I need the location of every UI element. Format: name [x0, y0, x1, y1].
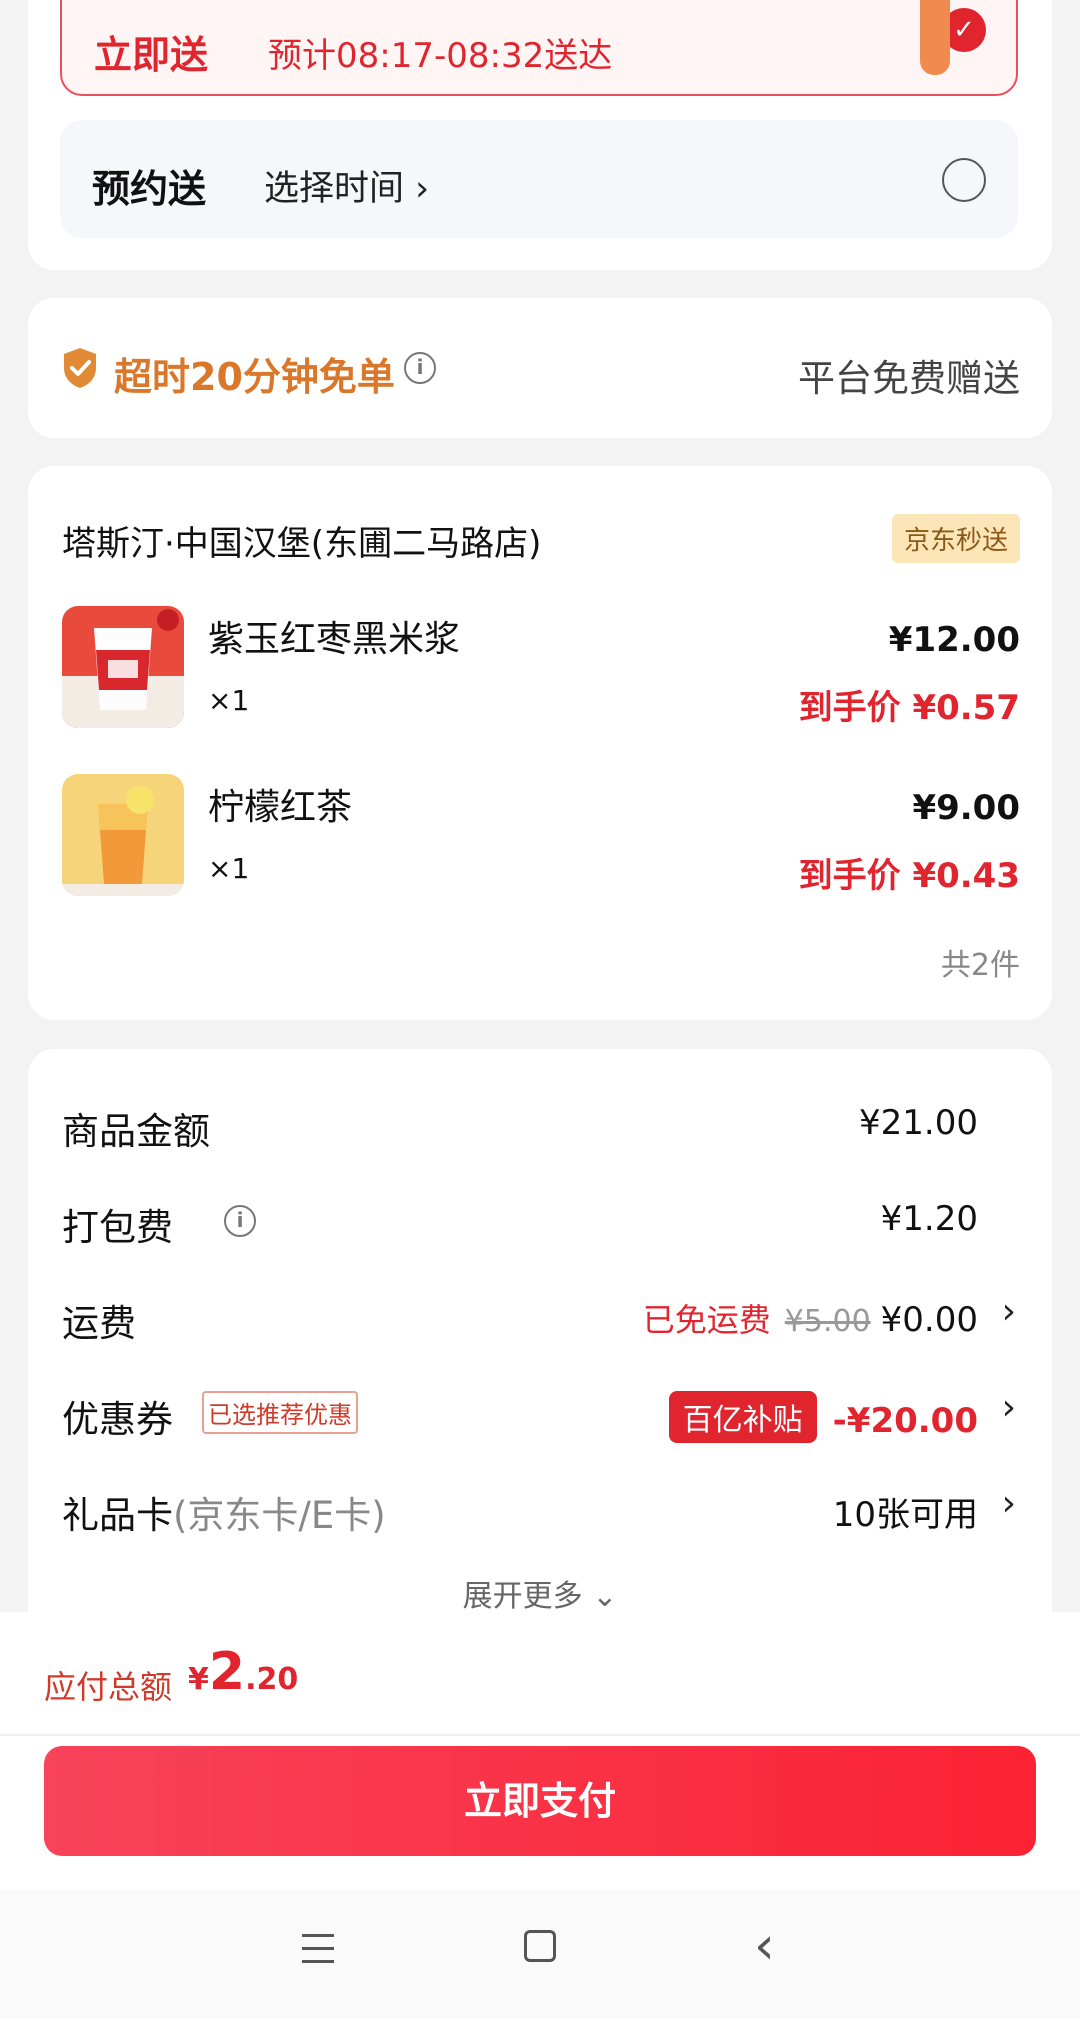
chevron-right-icon[interactable]: › [1002, 1387, 1016, 1428]
order-item[interactable]: 紫玉红枣黑米浆 ×1 ¥12.00 到手价 ¥0.57 [62, 606, 1020, 730]
delivery-now-time: 预计08:17-08:32送达 [268, 36, 613, 76]
checkout-bar: 应付总额 ¥2.20 立即支付 [0, 1612, 1080, 1890]
shipping-fee-row[interactable]: 运费 已免运费 ¥5.00 ¥0.00 › [62, 1285, 1020, 1345]
free-shipping-text: 已免运费 [642, 1301, 771, 1339]
item-final-price: 到手价 ¥0.57 [798, 688, 1020, 728]
coupon-value: 百亿补贴 -¥20.00 [668, 1391, 978, 1443]
item-name: 紫玉红枣黑米浆 [208, 619, 461, 660]
original-shipping-price: ¥5.00 [784, 1304, 871, 1339]
item-final-price: 到手价 ¥0.43 [798, 856, 1020, 896]
chevron-right-icon[interactable]: › [1002, 1483, 1016, 1524]
expand-more-button[interactable]: 展开更多 ⌄ [28, 1571, 1052, 1615]
store-items-card: 塔斯汀·中国汉堡(东圃二马路店) 京东秒送 紫玉红枣黑米浆 ×1 ¥12.00 … [28, 466, 1052, 1020]
chevron-right-icon[interactable]: › [1002, 1291, 1016, 1332]
packing-fee-value: ¥1.20 [880, 1199, 978, 1239]
delivery-options-card: 立即送 预计08:17-08:32送达 ✓ 预约送 选择时间 › [28, 0, 1052, 270]
gift-card-value: 10张可用 [832, 1495, 978, 1535]
choose-time-link[interactable]: 选择时间 › [264, 160, 429, 211]
divider [0, 1734, 1080, 1736]
guarantee-gift-text: 平台免费赠送 [798, 357, 1020, 400]
info-icon[interactable]: i [224, 1205, 256, 1237]
product-image [62, 606, 184, 728]
shield-icon [64, 348, 96, 388]
coupon-label: 优惠券 [62, 1398, 173, 1441]
back-icon[interactable]: ‹ [754, 1916, 775, 1976]
coupon-row[interactable]: 优惠券 已选推荐优惠 百亿补贴 -¥20.00 › [62, 1381, 1020, 1443]
store-name: 塔斯汀·中国汉堡(东圃二马路店) [62, 524, 542, 564]
item-price: ¥12.00 [888, 620, 1020, 660]
system-nav-bar: ‹ [0, 1890, 1080, 2019]
delivery-scheduled-option[interactable]: 预约送 选择时间 › [60, 120, 1018, 238]
item-price: ¥9.00 [912, 788, 1020, 828]
shipping-fee-value: 已免运费 ¥5.00 ¥0.00 [642, 1300, 978, 1340]
subsidy-badge: 百亿补贴 [668, 1391, 817, 1443]
delivery-service-badge: 京东秒送 [891, 514, 1020, 563]
amount-due-value: ¥2.20 [188, 1642, 299, 1702]
goods-amount-value: ¥21.00 [859, 1103, 978, 1143]
cost-breakdown-card: 商品金额 ¥21.00 打包费 i ¥1.20 运费 已免运费 ¥5.00 ¥0.0… [28, 1049, 1052, 1689]
item-name: 柠檬红茶 [208, 787, 353, 828]
gift-card-label: 礼品卡(京东卡/E卡) [62, 1494, 386, 1537]
product-image [62, 774, 184, 896]
gift-card-row[interactable]: 礼品卡(京东卡/E卡) 10张可用 › [62, 1477, 1020, 1537]
item-quantity: ×1 [208, 684, 250, 717]
packing-fee-row: 打包费 i ¥1.20 [62, 1189, 1020, 1249]
goods-amount-label: 商品金额 [62, 1110, 210, 1153]
guarantee-title: 超时20分钟免单 [114, 355, 395, 399]
home-icon[interactable] [524, 1930, 556, 1962]
delivery-now-label: 立即送 [94, 33, 209, 77]
goods-amount-row: 商品金额 ¥21.00 [62, 1093, 1020, 1153]
pay-now-button[interactable]: 立即支付 [44, 1746, 1036, 1856]
timeout-guarantee-card: 超时20分钟免单 i 平台免费赠送 [28, 298, 1052, 438]
amount-due-label: 应付总额 [44, 1668, 173, 1706]
item-count: 共2件 [940, 948, 1020, 983]
delivery-scheduled-label: 预约送 [92, 167, 207, 211]
shipping-fee-label: 运费 [62, 1302, 136, 1345]
info-icon[interactable]: i [404, 352, 436, 384]
delivery-now-option[interactable]: 立即送 预计08:17-08:32送达 ✓ [60, 0, 1018, 96]
item-quantity: ×1 [208, 852, 250, 885]
packing-fee-label: 打包费 [62, 1206, 173, 1249]
recommended-discount-badge: 已选推荐优惠 [202, 1391, 358, 1434]
menu-icon[interactable] [302, 1934, 334, 1973]
floating-tab-icon[interactable] [920, 0, 950, 75]
order-item[interactable]: 柠檬红茶 ×1 ¥9.00 到手价 ¥0.43 [62, 774, 1020, 898]
radio-unchecked-icon[interactable] [942, 158, 986, 202]
